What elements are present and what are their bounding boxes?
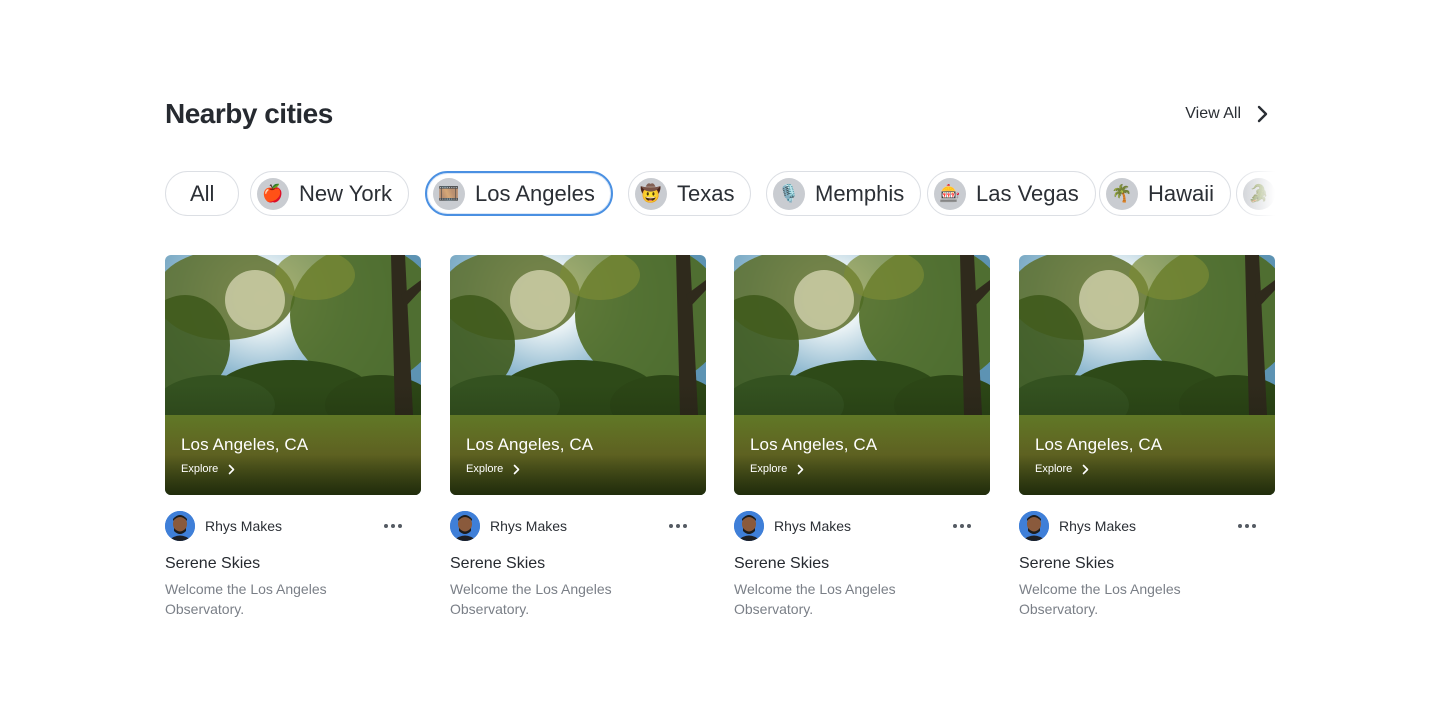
chip-hawaii[interactable]: 🌴 Hawaii xyxy=(1099,171,1232,216)
dot xyxy=(1245,524,1249,528)
chevron-right-icon xyxy=(797,464,804,474)
city-card: Los Angeles, CA Explore Rhys Makes Seren… xyxy=(734,255,990,625)
explore-label: Explore xyxy=(1035,463,1073,475)
card-image[interactable]: Los Angeles, CA Explore xyxy=(165,255,421,495)
avatar[interactable] xyxy=(1019,511,1049,541)
explore-label: Explore xyxy=(181,463,219,475)
card-description: Welcome the Los Angeles Observatory. xyxy=(1019,581,1181,617)
view-all-label: View All xyxy=(1185,105,1241,122)
chip-las-vegas[interactable]: 🎰 Las Vegas xyxy=(927,171,1096,216)
author-row: Rhys Makes xyxy=(450,511,706,541)
explore-label: Explore xyxy=(466,463,504,475)
city-label: Los Angeles, CA xyxy=(466,435,594,454)
card-image[interactable]: Los Angeles, CA Explore xyxy=(1019,255,1275,495)
dot xyxy=(1238,524,1242,528)
city-label: Los Angeles, CA xyxy=(1035,435,1163,454)
chip-label: Las Vegas xyxy=(976,180,1079,206)
page-title: Nearby cities xyxy=(165,98,333,129)
view-all-button[interactable]: View All xyxy=(1185,100,1269,128)
chevron-right-icon xyxy=(228,464,235,474)
chip-new-york[interactable]: 🍎 New York xyxy=(250,171,409,216)
chevron-right-icon xyxy=(1082,464,1089,474)
card-title[interactable]: Serene Skies xyxy=(734,555,829,573)
author-row: Rhys Makes xyxy=(734,511,990,541)
dot xyxy=(683,524,687,528)
chip-label: Los Angeles xyxy=(475,180,595,206)
dot xyxy=(391,524,395,528)
card-description: Welcome the Los Angeles Observatory. xyxy=(450,581,612,617)
chip-label: Hawaii xyxy=(1148,180,1215,206)
avatar[interactable] xyxy=(165,511,195,541)
cowboy-icon: 🤠 xyxy=(635,177,667,210)
author-name[interactable]: Rhys Makes xyxy=(490,518,567,534)
city-card: Los Angeles, CA Explore Rhys Makes Seren… xyxy=(1019,255,1275,625)
dot xyxy=(953,524,957,528)
dot xyxy=(967,524,971,528)
city-filter-chips: All 🍎 New York 🎞️ Los Angeles 🤠 Texas 🎙️… xyxy=(165,170,1275,217)
avatar[interactable] xyxy=(734,511,764,541)
author-row: Rhys Makes xyxy=(1019,511,1275,541)
apple-icon: 🍎 xyxy=(257,177,289,210)
dot xyxy=(398,524,402,528)
explore-link[interactable]: Explore xyxy=(181,463,235,475)
city-card: Los Angeles, CA Explore Rhys Makes Seren… xyxy=(165,255,421,625)
chip-label: Texas xyxy=(677,180,735,206)
nearby-cities-section: Nearby cities View All All 🍎 New York 🎞️… xyxy=(165,0,1275,715)
card-description: Welcome the Los Angeles Observatory. xyxy=(165,581,327,617)
chip-texas[interactable]: 🤠 Texas xyxy=(628,171,752,216)
dot xyxy=(676,524,680,528)
chip-memphis[interactable]: 🎙️ Memphis xyxy=(766,171,922,216)
city-cards: Los Angeles, CA Explore Rhys Makes Seren… xyxy=(165,255,1275,635)
card-image[interactable]: Los Angeles, CA Explore xyxy=(734,255,990,495)
dot xyxy=(1252,524,1256,528)
film-icon: 🎞️ xyxy=(433,177,465,210)
card-title[interactable]: Serene Skies xyxy=(1019,555,1114,573)
author-row: Rhys Makes xyxy=(165,511,421,541)
microphone-icon: 🎙️ xyxy=(773,177,805,210)
chip-label: New York xyxy=(299,180,392,206)
card-title[interactable]: Serene Skies xyxy=(165,555,260,573)
chip-label: All xyxy=(190,180,215,206)
explore-link[interactable]: Explore xyxy=(1035,463,1089,475)
author-name[interactable]: Rhys Makes xyxy=(1059,518,1136,534)
card-title[interactable]: Serene Skies xyxy=(450,555,545,573)
palm-tree-icon: 🌴 xyxy=(1106,177,1138,210)
more-options-button[interactable] xyxy=(381,515,405,537)
chevron-right-icon xyxy=(513,464,520,474)
dot xyxy=(384,524,388,528)
author-name[interactable]: Rhys Makes xyxy=(774,518,851,534)
explore-label: Explore xyxy=(750,463,788,475)
more-options-button[interactable] xyxy=(950,515,974,537)
section-header: Nearby cities View All xyxy=(165,96,1275,132)
card-description: Welcome the Los Angeles Observatory. xyxy=(734,581,896,617)
more-options-button[interactable] xyxy=(666,515,690,537)
card-image[interactable]: Los Angeles, CA Explore xyxy=(450,255,706,495)
dot xyxy=(669,524,673,528)
slot-machine-icon: 🎰 xyxy=(934,177,966,210)
more-options-button[interactable] xyxy=(1235,515,1259,537)
alligator-icon: 🐊 xyxy=(1243,177,1275,210)
city-label: Los Angeles, CA xyxy=(750,435,878,454)
chevron-right-icon xyxy=(1257,105,1268,123)
chip-label: Memphis xyxy=(815,180,905,206)
chip-next-partial[interactable]: 🐊 xyxy=(1236,171,1275,216)
city-card: Los Angeles, CA Explore Rhys Makes Seren… xyxy=(450,255,706,625)
dot xyxy=(960,524,964,528)
avatar[interactable] xyxy=(450,511,480,541)
city-label: Los Angeles, CA xyxy=(181,435,309,454)
explore-link[interactable]: Explore xyxy=(750,463,804,475)
explore-link[interactable]: Explore xyxy=(466,463,520,475)
chip-all[interactable]: All xyxy=(165,171,240,216)
chip-los-angeles[interactable]: 🎞️ Los Angeles xyxy=(425,171,613,216)
author-name[interactable]: Rhys Makes xyxy=(205,518,282,534)
